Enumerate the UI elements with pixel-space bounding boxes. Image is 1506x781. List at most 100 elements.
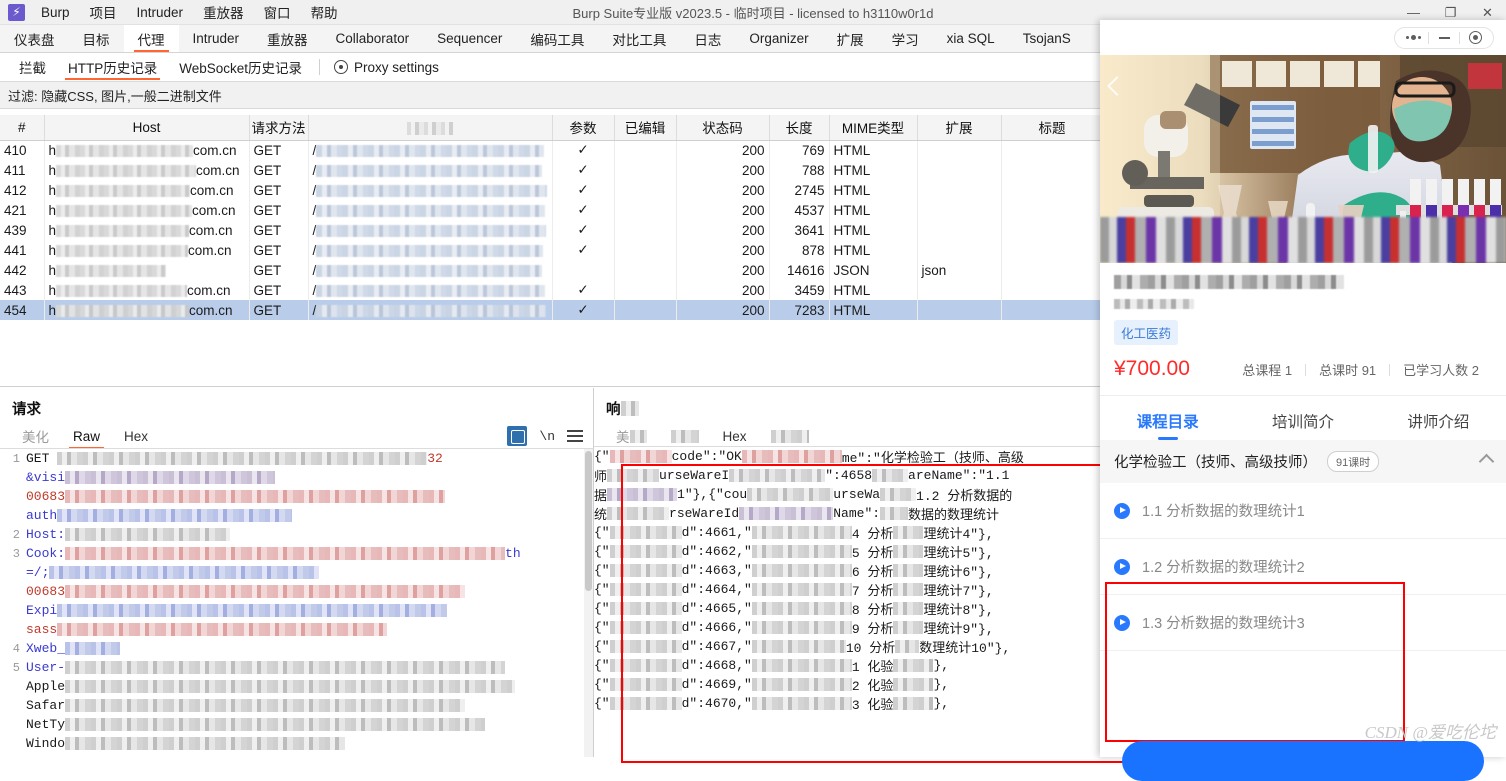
minimize-icon[interactable] — [1429, 36, 1459, 39]
cell-title — [1001, 200, 1104, 220]
newline-toggle[interactable]: \n — [539, 429, 555, 444]
col-ext[interactable]: 扩展 — [917, 115, 1002, 141]
more-dots-icon[interactable] — [1398, 35, 1428, 40]
cell-edited — [614, 300, 677, 320]
cell-title — [1001, 140, 1104, 160]
table-row[interactable]: 439 h com.cn GET / ✓ 200 3641 HTML — [0, 220, 1104, 240]
tab-learn[interactable]: 学习 — [878, 25, 933, 52]
tab-organizer[interactable]: Organizer — [735, 25, 822, 52]
subtab-intercept[interactable]: 拦截 — [8, 53, 57, 82]
table-row[interactable]: 411 h com.cn GET / ✓ 200 788 HTML — [0, 160, 1104, 180]
cell-edited — [614, 180, 677, 200]
col-method[interactable]: 请求方法 — [249, 115, 309, 141]
tab-course-catalog[interactable]: 课程目录 — [1100, 410, 1235, 440]
subtab-websocket-history[interactable]: WebSocket历史记录 — [168, 53, 313, 82]
col-url[interactable] — [308, 115, 553, 141]
tab-decoder[interactable]: 编码工具 — [516, 25, 598, 52]
cell-url: / — [308, 300, 553, 320]
col-mime[interactable]: MIME类型 — [829, 115, 918, 141]
tab-intruder[interactable]: Intruder — [179, 25, 254, 52]
proxy-settings-button[interactable]: Proxy settings — [326, 60, 447, 75]
cell-status: 200 — [676, 160, 770, 180]
list-item[interactable]: 1.3 分析数据的数理统计3 — [1100, 595, 1506, 651]
gear-icon — [334, 60, 349, 74]
code-line: Windo — [0, 734, 593, 753]
cell-length: 4537 — [769, 200, 830, 220]
cell-host: h com.cn — [44, 180, 250, 200]
cell-params: ✓ — [552, 280, 615, 300]
tab-logger[interactable]: 日志 — [680, 25, 735, 52]
tab-tsojans[interactable]: TsojanS — [1009, 25, 1085, 52]
tab-proxy[interactable]: 代理 — [123, 25, 179, 52]
tab-target[interactable]: 目标 — [69, 25, 124, 52]
cell-method: GET — [249, 140, 309, 160]
code-line: &visi — [0, 468, 593, 487]
col-title[interactable]: 标题 — [1001, 115, 1104, 141]
request-tab-raw[interactable]: Raw — [61, 423, 112, 449]
tab-instructor-intro[interactable]: 讲师介绍 — [1371, 410, 1506, 440]
hamburger-icon[interactable] — [567, 430, 583, 442]
lesson-label: 1.3 分析数据的数理统计3 — [1142, 616, 1305, 632]
menu-item-help[interactable]: 帮助 — [301, 0, 348, 25]
cell-index: 411 — [0, 160, 45, 180]
menu-item-project[interactable]: 项目 — [80, 0, 127, 25]
table-row[interactable]: 454 h com.cn GET / ✓ 200 7283 HTML — [0, 300, 1104, 320]
menu-item-burp[interactable]: Burp — [31, 2, 80, 23]
cell-ext: json — [917, 260, 1002, 280]
col-length[interactable]: 长度 — [769, 115, 830, 141]
cell-length: 878 — [769, 240, 830, 260]
subtab-http-history[interactable]: HTTP历史记录 — [57, 53, 168, 82]
tab-repeater[interactable]: 重放器 — [253, 25, 322, 52]
table-row[interactable]: 410 h com.cn GET / ✓ 200 769 HTML — [0, 140, 1104, 160]
course-stats: 总课程 1 总课时 91 已学习人数 2 — [1229, 360, 1492, 379]
chapter-lesson-count: 91课时 — [1327, 451, 1380, 472]
cell-ext — [917, 180, 1002, 200]
cell-url: / — [308, 160, 553, 180]
lesson-label: 1.2 分析数据的数理统计2 — [1142, 560, 1305, 576]
cell-title — [1001, 280, 1104, 300]
cell-host: h com.cn — [44, 140, 250, 160]
request-editor[interactable]: 1 GET 32 &visi 00683 auth 2 Host: 3 Cook: th… — [0, 448, 593, 757]
table-row[interactable]: 412 h com.cn GET / ✓ 200 2745 HTML — [0, 180, 1104, 200]
stat-learner-count: 已学习人数 2 — [1403, 363, 1479, 378]
cell-method: GET — [249, 200, 309, 220]
request-tab-pretty[interactable]: 美化 — [10, 423, 61, 449]
close-target-icon[interactable] — [1460, 31, 1490, 44]
chapter-header[interactable]: 化学检验工（技师、高级技师） 91课时 — [1100, 440, 1506, 483]
request-tab-hex[interactable]: Hex — [112, 423, 160, 449]
cell-ext — [917, 300, 1002, 320]
menu-bar: Burp 项目 Intruder 重放器 窗口 帮助 — [31, 0, 348, 25]
cell-url: / — [308, 200, 553, 220]
request-tab-bar: 美化 Raw Hex \n — [0, 423, 593, 449]
tab-sequencer[interactable]: Sequencer — [423, 25, 516, 52]
menu-item-intruder[interactable]: Intruder — [127, 2, 194, 23]
tab-comparer[interactable]: 对比工具 — [598, 25, 680, 52]
list-item[interactable]: 1.2 分析数据的数理统计2 — [1100, 539, 1506, 595]
menu-item-window[interactable]: 窗口 — [254, 0, 301, 25]
word-wrap-icon[interactable] — [507, 426, 528, 446]
cell-url: / — [308, 140, 553, 160]
request-tools: \n — [507, 423, 583, 449]
chapter-name: 化学检验工（技师、高级技师） — [1114, 455, 1317, 471]
col-status[interactable]: 状态码 — [676, 115, 770, 141]
category-tag[interactable]: 化工医药 — [1114, 320, 1179, 345]
menu-item-repeater[interactable]: 重放器 — [193, 0, 254, 25]
tab-training-intro[interactable]: 培训简介 — [1235, 410, 1370, 440]
list-item[interactable]: 1.1 分析数据的数理统计1 — [1100, 483, 1506, 539]
cell-host: h com.cn — [44, 240, 250, 260]
col-params[interactable]: 参数 — [552, 115, 615, 141]
tab-extensions[interactable]: 扩展 — [823, 25, 878, 52]
col-host[interactable]: Host — [44, 115, 250, 141]
tab-collaborator[interactable]: Collaborator — [322, 25, 424, 52]
table-row[interactable]: 442 h GET / 200 14616 JSON json — [0, 260, 1104, 280]
chevron-up-icon[interactable] — [1478, 453, 1495, 470]
table-row[interactable]: 443 h com.cn GET / ✓ 200 3459 HTML — [0, 280, 1104, 300]
tab-dashboard[interactable]: 仪表盘 — [0, 25, 69, 52]
col-index[interactable]: # — [0, 115, 45, 141]
enroll-cta-button[interactable] — [1122, 741, 1484, 781]
col-edited[interactable]: 已编辑 — [614, 115, 677, 141]
tab-xia-sql[interactable]: xia SQL — [933, 25, 1009, 52]
request-scrollbar[interactable] — [584, 449, 593, 757]
table-row[interactable]: 421 h com.cn GET / ✓ 200 4537 HTML — [0, 200, 1104, 220]
table-row[interactable]: 441 h com.cn GET / ✓ 200 878 HTML — [0, 240, 1104, 260]
